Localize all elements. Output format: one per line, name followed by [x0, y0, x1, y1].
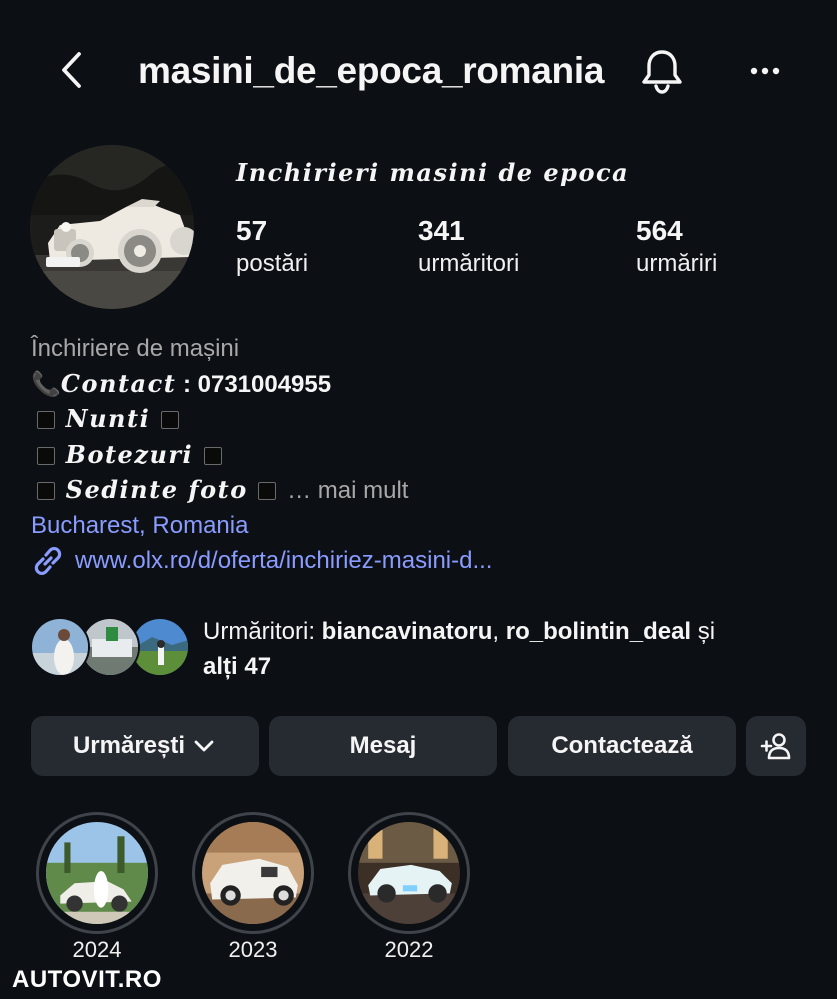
following-button-label: Urmărești: [72, 732, 186, 759]
highlight-2024[interactable]: 2024: [36, 812, 158, 963]
external-link[interactable]: www.olx.ro/d/oferta/inchiriez-masini-d..…: [31, 544, 492, 578]
posts-count: 57: [236, 215, 268, 246]
black-square-icon: [160, 411, 179, 429]
black-square-icon: [37, 482, 55, 500]
highlight-ring: [36, 812, 158, 934]
bio-line-botezuri: Botezuri: [31, 438, 408, 474]
link-url: www.olx.ro/d/oferta/inchiriez-masini-d..…: [75, 547, 493, 574]
more-link[interactable]: mai mult: [318, 477, 409, 504]
highlight-2022[interactable]: 2022: [348, 812, 470, 963]
more-horizontal-icon: [750, 67, 780, 75]
message-button-label: Mesaj: [349, 732, 417, 759]
bio: Închiriere de mașini 📞Contact : 07310049…: [31, 332, 408, 543]
black-square-icon: [37, 411, 55, 429]
followers-separator: ,: [492, 618, 506, 645]
highlight-2023[interactable]: 2023: [192, 812, 314, 963]
followers-label: urmăritori: [418, 250, 520, 277]
more-options-button[interactable]: [742, 54, 788, 88]
following-button[interactable]: Urmărești: [31, 716, 259, 776]
highlight-label: 2024: [72, 937, 122, 962]
notifications-button[interactable]: [636, 44, 688, 96]
watermark: AUTOVIT.RO: [12, 966, 162, 993]
contact-button[interactable]: Contactează: [508, 716, 736, 776]
bio-sedinte-text: Sedinte foto: [65, 475, 248, 504]
telephone-icon: 📞: [31, 370, 61, 398]
chevron-down-icon: [194, 740, 214, 752]
following-label: urmăriri: [636, 250, 718, 277]
top-bar: masini_de_epoca_romania: [0, 36, 837, 106]
bio-botezuri-text: Botezuri: [65, 439, 194, 469]
bio-nunti-text: Nunti: [65, 404, 151, 433]
highlight-cover: [202, 822, 304, 924]
stat-posts[interactable]: 57 postări: [236, 214, 308, 280]
vintage-car-photo: [30, 145, 194, 309]
bio-line-sedinte: Sedinte foto … mai mult: [31, 473, 408, 509]
followers-and: și: [691, 618, 716, 645]
follower-username: biancavinatoru: [321, 618, 493, 645]
stat-following[interactable]: 564 urmăriri: [636, 214, 717, 280]
contact-label: Contact: [60, 368, 177, 398]
black-square-icon: [203, 446, 222, 465]
bio-contact-line: 📞Contact : 0731004955: [31, 367, 408, 403]
highlight-ring: [348, 812, 470, 934]
followers-prefix: Urmăritori:: [203, 618, 322, 645]
highlight-label: 2022: [384, 937, 434, 962]
bio-ellipsis: …: [280, 477, 318, 504]
category-label: Închiriere de mașini: [31, 335, 240, 362]
mutual-followers-text[interactable]: Urmăritori: biancavinatoru, ro_bolintin_…: [203, 614, 803, 684]
contact-phone: : 0731004955: [176, 370, 332, 398]
bell-icon: [642, 50, 682, 94]
followers-others: alți 47: [203, 653, 272, 680]
add-user-icon: [760, 733, 791, 760]
profile-avatar[interactable]: [30, 145, 194, 309]
location-link[interactable]: Bucharest, Romania: [31, 509, 408, 544]
black-square-icon: [37, 446, 55, 465]
bio-line-nunti: Nunti: [31, 402, 408, 438]
highlight-cover: [46, 822, 148, 924]
highlight-label: 2023: [228, 937, 278, 962]
add-user-button[interactable]: [746, 716, 806, 776]
chevron-left-icon: [62, 52, 81, 88]
mutual-followers-avatars[interactable]: [30, 617, 190, 681]
display-name: Inchirieri masini de epoca: [236, 158, 630, 187]
highlight-ring: [192, 812, 314, 934]
back-button[interactable]: [52, 48, 92, 92]
follower-username: ro_bolintin_deal: [505, 618, 692, 645]
message-button[interactable]: Mesaj: [269, 716, 497, 776]
page-title: masini_de_epoca_romania: [138, 50, 605, 91]
black-square-icon: [258, 482, 277, 500]
followers-count: 341: [418, 215, 465, 246]
link-icon: [34, 547, 62, 575]
stat-followers[interactable]: 341 urmăritori: [418, 214, 519, 280]
avatar: [30, 617, 90, 677]
posts-label: postări: [236, 250, 309, 277]
highlight-cover: [358, 822, 460, 924]
contact-button-label: Contactează: [551, 732, 693, 759]
following-count: 564: [636, 215, 683, 246]
